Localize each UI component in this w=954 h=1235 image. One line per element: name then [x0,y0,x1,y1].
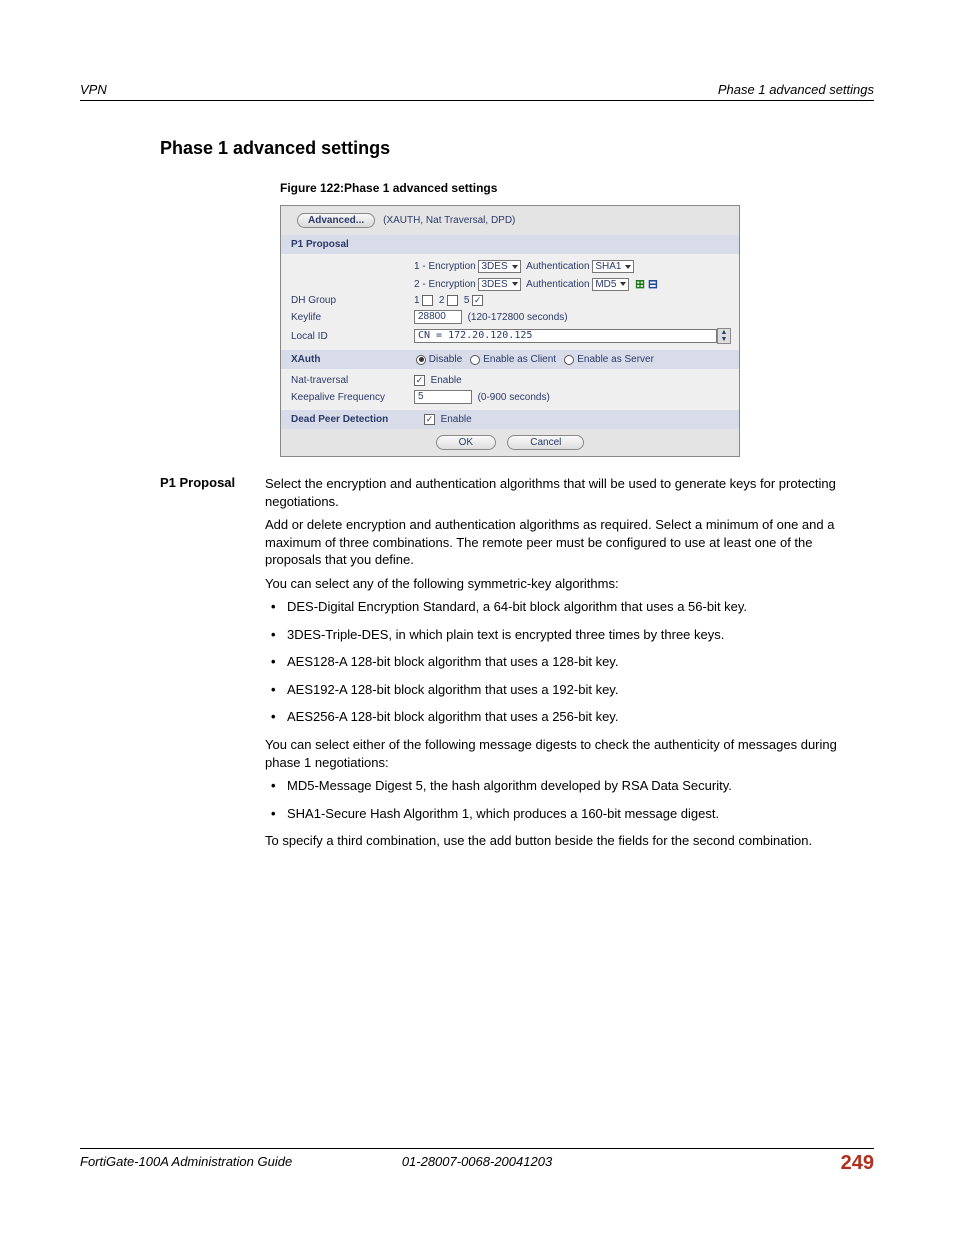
cancel-button[interactable]: Cancel [507,435,584,450]
page-title: Phase 1 advanced settings [160,138,854,159]
dh1-label: 1 [414,295,420,306]
local-id-label: Local ID [289,331,414,342]
dpd-enable-label: Enable [441,414,472,425]
desc-body: Select the encryption and authentication… [265,475,854,856]
keylife-note: (120-172800 seconds) [468,312,568,323]
nat-checkbox[interactable]: ✓ [414,375,425,386]
desc-label: P1 Proposal [160,475,265,856]
auth1-label: Authentication [526,261,589,272]
list-item: DES-Digital Encryption Standard, a 64-bi… [265,598,854,616]
keylife-label: Keylife [289,312,414,323]
dh2-label: 2 [439,295,445,306]
enc2-select[interactable]: 3DES [478,278,520,291]
xauth-server-label: Enable as Server [577,354,654,365]
desc-p3: You can select any of the following symm… [265,575,854,593]
auth1-select[interactable]: SHA1 [592,260,634,273]
dh5-checkbox[interactable]: ✓ [472,295,483,306]
footer-center: 01-28007-0068-20041203 [0,1154,954,1169]
dh5-label: 5 [464,295,470,306]
enc1-select[interactable]: 3DES [478,260,520,273]
list-item: AES192-A 128-bit block algorithm that us… [265,681,854,699]
symmetric-list: DES-Digital Encryption Standard, a 64-bi… [265,598,854,726]
footer-rule [80,1148,874,1149]
keepalive-note: (0-900 seconds) [478,392,550,403]
keepalive-label: Keepalive Frequency [289,392,414,403]
keepalive-input[interactable]: 5 [414,390,472,404]
figure-caption: Figure 122:Phase 1 advanced settings [280,181,854,195]
auth2-select[interactable]: MD5 [592,278,629,291]
keylife-input[interactable]: 28800 [414,310,462,324]
list-item: 3DES-Triple-DES, in which plain text is … [265,626,854,644]
ok-button[interactable]: OK [436,435,496,450]
dh2-checkbox[interactable] [447,295,458,306]
header-rule [80,100,874,101]
list-item: AES256-A 128-bit block algorithm that us… [265,708,854,726]
local-id-input[interactable]: CN = 172.20.120.125 [414,329,717,343]
enc2-label: 2 - Encryption [414,279,476,290]
dpd-checkbox[interactable]: ✓ [424,414,435,425]
desc-p2: Add or delete encryption and authenticat… [265,516,854,569]
remove-icon[interactable]: ⊟ [648,277,658,291]
list-item: MD5-Message Digest 5, the hash algorithm… [265,777,854,795]
list-item: AES128-A 128-bit block algorithm that us… [265,653,854,671]
nat-enable-label: Enable [431,375,462,386]
auth2-label: Authentication [526,279,589,290]
add-icon[interactable]: ⊞ [635,277,645,291]
advanced-button[interactable]: Advanced... [297,213,375,228]
xauth-client-label: Enable as Client [483,354,556,365]
desc-p5: To specify a third combination, use the … [265,832,854,850]
dpd-label: Dead Peer Detection [291,414,424,425]
header-left: VPN [80,82,107,97]
enc1-label: 1 - Encryption [414,261,476,272]
list-item: SHA1-Secure Hash Algorithm 1, which prod… [265,805,854,823]
xauth-disable-radio[interactable] [416,355,426,365]
xauth-server-radio[interactable] [564,355,574,365]
header-right: Phase 1 advanced settings [718,82,874,97]
dh1-checkbox[interactable] [422,295,433,306]
screenshot-panel: Advanced... (XAUTH, Nat Traversal, DPD) … [280,205,740,457]
digest-list: MD5-Message Digest 5, the hash algorithm… [265,777,854,822]
p1-proposal-header: P1 Proposal [281,235,739,254]
advanced-note: (XAUTH, Nat Traversal, DPD) [383,215,515,226]
page-number: 249 [841,1152,874,1175]
nat-label: Nat-traversal [289,375,414,386]
xauth-disable-label: Disable [429,354,462,365]
xauth-label: XAuth [291,354,416,365]
xauth-client-radio[interactable] [470,355,480,365]
desc-p4: You can select either of the following m… [265,736,854,771]
scroll-icon[interactable]: ▲▼ [717,328,731,344]
dh-group-label: DH Group [289,295,414,306]
desc-p1: Select the encryption and authentication… [265,475,854,510]
